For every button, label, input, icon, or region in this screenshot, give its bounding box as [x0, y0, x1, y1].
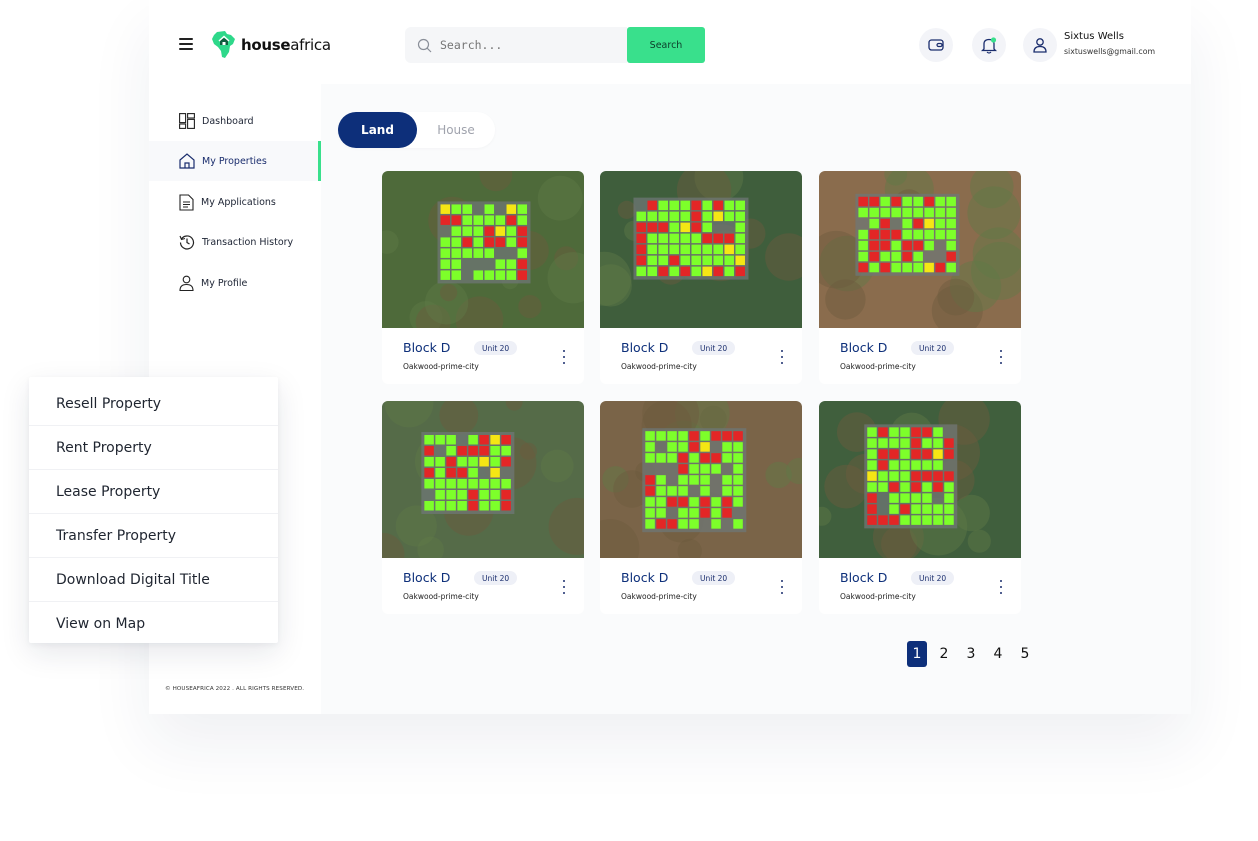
wallet-icon	[928, 39, 944, 51]
copyright-text: © HOUSEAFRICA 2022 . ALL RIGHTS RESERVED…	[165, 686, 305, 692]
sidebar-item-label: My Applications	[201, 196, 276, 208]
menu-item-transfer-property[interactable]: Transfer Property	[29, 514, 278, 558]
sidebar-item-transaction-history[interactable]: Transaction History	[149, 222, 321, 262]
more-options-icon[interactable]	[558, 580, 570, 594]
user-name: Sixtus Wells	[1064, 31, 1124, 42]
menu-icon[interactable]	[179, 38, 193, 50]
property-card[interactable]: Block D Unit 20 Oakwood-prime-city	[819, 171, 1021, 384]
menu-item-view-on-map[interactable]: View on Map	[29, 602, 278, 646]
more-options-icon[interactable]	[995, 350, 1007, 364]
property-card[interactable]: Block D Unit 20 Oakwood-prime-city	[382, 401, 584, 614]
block-name: Block D	[403, 570, 451, 585]
property-context-menu: Resell Property Rent Property Lease Prop…	[29, 377, 278, 643]
unit-badge: Unit 20	[911, 341, 955, 355]
menu-item-lease-property[interactable]: Lease Property	[29, 470, 278, 514]
more-options-icon[interactable]	[776, 350, 788, 364]
sidebar-item-dashboard[interactable]: Dashboard	[149, 101, 321, 141]
property-type-tabs: Land House	[338, 112, 495, 148]
search-button[interactable]: Search	[627, 27, 705, 63]
satellite-map-image	[819, 171, 1021, 328]
logo[interactable]: houseafrica	[211, 30, 331, 60]
sidebar-item-my-properties[interactable]: My Properties	[149, 141, 321, 181]
satellite-map-image	[819, 401, 1021, 558]
property-card[interactable]: Block D Unit 20 Oakwood-prime-city	[600, 171, 802, 384]
menu-item-download-digital-title[interactable]: Download Digital Title	[29, 558, 278, 602]
property-card[interactable]: Block D Unit 20 Oakwood-prime-city	[600, 401, 802, 614]
sidebar-item-my-applications[interactable]: My Applications	[149, 182, 321, 222]
unit-badge: Unit 20	[911, 571, 955, 585]
history-icon	[179, 235, 195, 250]
notifications-button[interactable]	[972, 28, 1006, 62]
sidebar-item-my-profile[interactable]: My Profile	[149, 263, 321, 303]
unit-badge: Unit 20	[474, 341, 518, 355]
app-window: houseafrica Search... Search Sixtus Well…	[149, 0, 1191, 714]
property-card[interactable]: Block D Unit 20 Oakwood-prime-city	[382, 171, 584, 384]
unit-badge: Unit 20	[474, 571, 518, 585]
property-location: Oakwood-prime-city	[840, 592, 916, 601]
satellite-map-image	[600, 401, 802, 558]
sidebar-item-label: My Profile	[201, 277, 248, 289]
home-icon	[179, 153, 195, 169]
menu-item-resell-property[interactable]: Resell Property	[29, 382, 278, 426]
user-email: sixtuswells@gmail.com	[1064, 47, 1156, 56]
top-bar: houseafrica Search... Search Sixtus Well…	[149, 0, 1191, 84]
satellite-map-image	[382, 401, 584, 558]
menu-item-rent-property[interactable]: Rent Property	[29, 426, 278, 470]
main-content: Land House Block D Unit 20 Oakwood-prime-c…	[321, 84, 1191, 714]
page-1-button[interactable]: 1	[907, 641, 927, 667]
search-icon	[417, 38, 432, 52]
sidebar-item-label: Transaction History	[202, 236, 294, 248]
document-icon	[179, 193, 194, 211]
property-location: Oakwood-prime-city	[621, 362, 697, 371]
search-input[interactable]	[440, 38, 610, 52]
block-name: Block D	[840, 340, 888, 355]
logo-text-light: africa	[290, 36, 331, 54]
property-location: Oakwood-prime-city	[840, 362, 916, 371]
more-options-icon[interactable]	[558, 350, 570, 364]
page-2-button[interactable]: 2	[934, 641, 954, 667]
block-name: Block D	[621, 570, 669, 585]
page-5-button[interactable]: 5	[1015, 641, 1035, 667]
more-options-icon[interactable]	[995, 580, 1007, 594]
property-location: Oakwood-prime-city	[403, 362, 479, 371]
page-3-button[interactable]: 3	[961, 641, 981, 667]
property-location: Oakwood-prime-city	[621, 592, 697, 601]
search-field[interactable]	[405, 27, 627, 63]
tab-land[interactable]: Land	[338, 112, 417, 148]
satellite-map-image	[600, 171, 802, 328]
sidebar-item-label: My Properties	[202, 155, 267, 167]
bell-icon	[981, 36, 997, 54]
logo-text-bold: house	[241, 36, 291, 54]
user-icon	[1033, 38, 1047, 53]
pagination: 1 2 3 4 5	[907, 640, 1042, 668]
sidebar-item-label: Dashboard	[202, 115, 254, 127]
page-4-button[interactable]: 4	[988, 641, 1008, 667]
property-card[interactable]: Block D Unit 20 Oakwood-prime-city	[819, 401, 1021, 614]
satellite-map-image	[382, 171, 584, 328]
block-name: Block D	[840, 570, 888, 585]
user-avatar[interactable]	[1023, 28, 1057, 62]
block-name: Block D	[621, 340, 669, 355]
user-icon	[179, 275, 194, 291]
property-location: Oakwood-prime-city	[403, 592, 479, 601]
africa-logo-icon	[212, 31, 235, 58]
unit-badge: Unit 20	[692, 341, 736, 355]
dashboard-icon	[179, 113, 195, 129]
more-options-icon[interactable]	[776, 580, 788, 594]
unit-badge: Unit 20	[692, 571, 736, 585]
tab-house[interactable]: House	[417, 112, 495, 148]
wallet-button[interactable]	[919, 28, 953, 62]
block-name: Block D	[403, 340, 451, 355]
